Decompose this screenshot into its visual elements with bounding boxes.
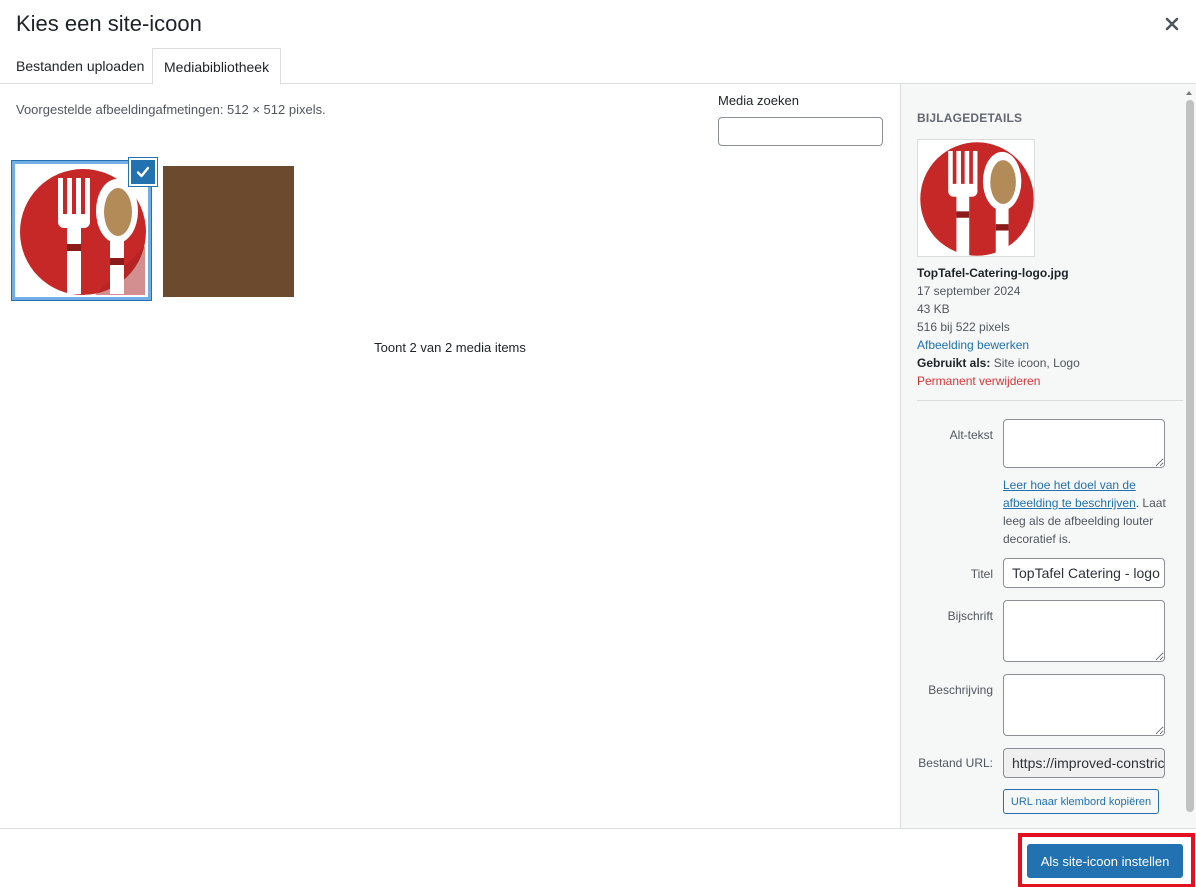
suggested-dimensions: Voorgestelde afbeeldingafmetingen: 512 ×… [16, 102, 326, 117]
media-search-input[interactable] [718, 117, 883, 146]
alt-text-label: Alt-tekst [949, 428, 993, 442]
fork-spoon-logo-image [918, 140, 1034, 256]
modal-title: Kies een site-icoon [16, 11, 202, 36]
tab-media-library[interactable]: Mediabibliotheek [152, 48, 282, 85]
scroll-up-arrow-icon[interactable] [1184, 88, 1194, 98]
attachment-details-sidebar: Bijlagedetails TopTafel-Catering-logo.jp… [900, 84, 1196, 828]
close-icon [1165, 17, 1179, 31]
attachment-food-photo[interactable] [163, 166, 294, 297]
divider [917, 400, 1183, 401]
alt-help-link[interactable]: Leer hoe het doel van de afbeelding te b… [1003, 478, 1136, 510]
title-label: Titel [970, 567, 993, 581]
details-thumbnail [917, 139, 1035, 257]
search-label: Media zoeken [718, 93, 799, 108]
title-field[interactable]: TopTafel Catering - logo [1003, 558, 1165, 588]
tab-upload-files[interactable]: Bestanden uploaden [8, 48, 152, 84]
attachments-browser: Voorgestelde afbeeldingafmetingen: 512 ×… [0, 84, 900, 828]
description-field[interactable] [1003, 674, 1165, 736]
file-url-field[interactable]: https://improved-constric [1003, 748, 1165, 778]
file-url-label: Bestand URL: [918, 756, 993, 770]
caption-label: Bijschrift [947, 609, 993, 623]
modal-toolbar: Als site-icoon instellen [0, 828, 1196, 887]
media-count-text: Toont 2 van 2 media items [374, 340, 526, 355]
delete-permanently-link[interactable]: Permanent verwijderen [917, 372, 1040, 390]
details-filename: TopTafel-Catering-logo.jpg [917, 266, 1069, 280]
details-heading: Bijlagedetails [917, 111, 1023, 125]
checkmark-icon [136, 166, 150, 178]
fork-spoon-logo-image [17, 166, 146, 295]
scrollbar-thumb[interactable] [1186, 100, 1194, 812]
caption-field[interactable] [1003, 600, 1165, 662]
details-dimensions: 516 bij 522 pixels [917, 320, 1010, 334]
used-as-value: Site icoon, Logo [993, 356, 1080, 370]
details-date: 17 september 2024 [917, 284, 1021, 298]
details-filesize: 43 KB [917, 302, 950, 316]
copy-url-button[interactable]: URL naar klembord kopiëren [1003, 789, 1159, 814]
media-tabs: Bestanden uploaden Mediabibliotheek [0, 48, 1196, 85]
set-site-icon-button[interactable]: Als site-icoon instellen [1027, 844, 1183, 878]
description-label: Beschrijving [928, 683, 993, 697]
sidebar-scrollbar[interactable] [1184, 86, 1194, 826]
edit-image-link[interactable]: Afbeelding bewerken [917, 336, 1029, 354]
used-as-label: Gebruikt als: [917, 356, 991, 370]
alt-text-field[interactable] [1003, 419, 1165, 468]
details-used-as: Gebruikt als: Site icoon, Logo [917, 354, 1080, 372]
close-button[interactable] [1158, 10, 1186, 38]
selected-check-button[interactable] [129, 158, 157, 186]
alt-text-help: Leer hoe het doel van de afbeelding te b… [1003, 476, 1173, 548]
